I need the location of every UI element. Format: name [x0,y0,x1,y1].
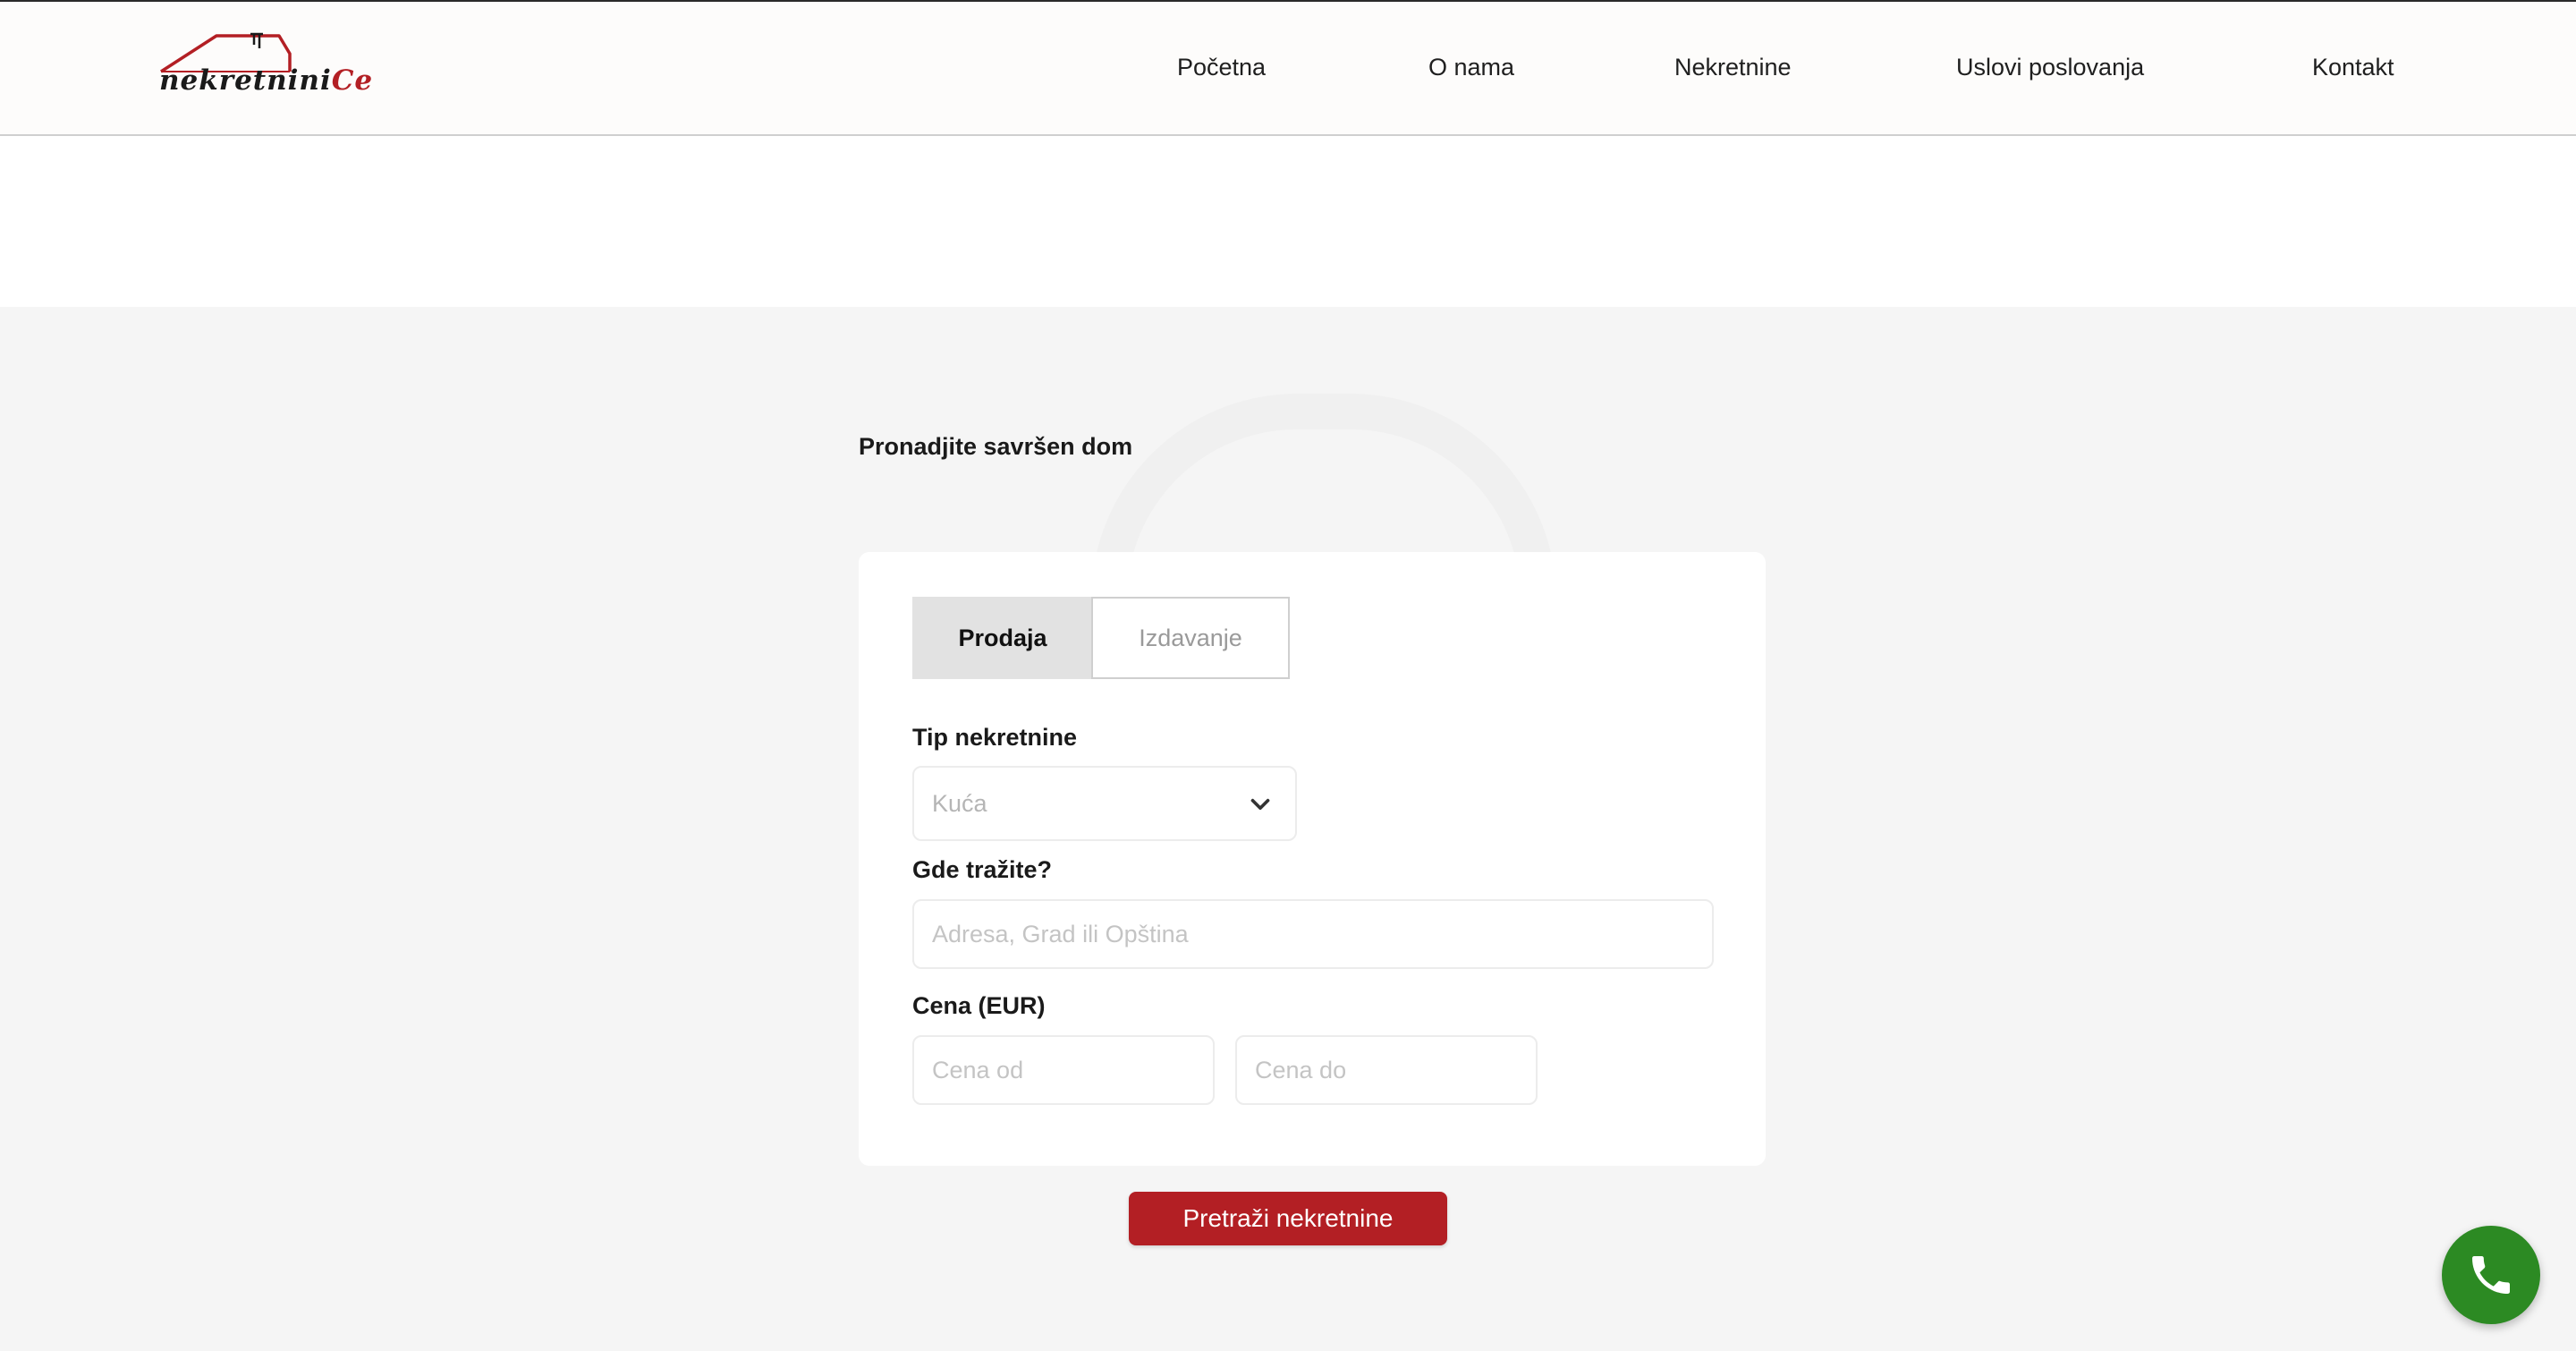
phone-icon [2472,1256,2510,1294]
search-form-card: Prodaja Izdavanje Tip nekretnine Kuća Gd… [859,552,1766,1166]
nav-item-pocetna[interactable]: Početna [1177,54,1266,81]
location-label: Gde tražite? [912,856,1053,883]
chevron-down-icon [1250,798,1270,811]
call-button[interactable] [2442,1226,2540,1324]
site-logo[interactable]: nekretniniCe [157,32,372,104]
nav-item-nekretnine[interactable]: Nekretnine [1674,54,1792,81]
nav-item-o-nama[interactable]: O nama [1428,54,1514,81]
site-header: nekretniniCe Početna O nama Nekretnine U… [0,0,2576,136]
nav-item-kontakt[interactable]: Kontakt [2312,54,2394,81]
search-properties-button[interactable]: Pretraži nekretnine [1129,1192,1447,1245]
property-type-value: Kuća [932,790,987,817]
tab-izdavanje[interactable]: Izdavanje [1091,597,1290,679]
property-type-select[interactable]: Kuća [912,766,1297,841]
logo-wordmark-suffix: Ce [331,64,374,97]
price-to-input[interactable] [1235,1035,1538,1105]
tab-prodaja[interactable]: Prodaja [912,597,1093,679]
page: nekretniniCe Početna O nama Nekretnine U… [0,0,2576,1351]
hero-band [0,136,2576,307]
nav-item-uslovi-poslovanja[interactable]: Uslovi poslovanja [1956,54,2144,81]
price-label: Cena (EUR) [912,992,1046,1019]
logo-wordmark-main: nekretnini [159,64,332,97]
property-type-label: Tip nekretnine [912,724,1078,751]
search-section-title: Pronadjite savršen dom [859,433,1133,460]
location-search-input[interactable] [912,899,1714,969]
logo-wordmark: nekretniniCe [159,64,373,97]
price-from-input[interactable] [912,1035,1215,1105]
